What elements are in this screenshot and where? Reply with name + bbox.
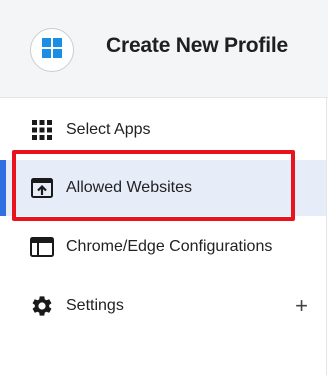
grid-icon [30, 118, 54, 142]
create-profile-panel: Create New Profile Select Apps Allowed W… [0, 0, 328, 375]
app-logo [30, 28, 74, 72]
nav-item-label: Chrome/Edge Configurations [66, 238, 273, 255]
nav-item-chrome-edge-configurations[interactable]: Chrome/Edge Configurations [0, 219, 326, 275]
selected-indicator [0, 160, 6, 216]
nav-item-label: Allowed Websites [66, 179, 192, 196]
expand-icon[interactable]: + [295, 295, 308, 317]
nav-item-settings[interactable]: Settings + [0, 278, 326, 334]
open-in-browser-icon [30, 176, 54, 200]
panel-border [326, 98, 327, 375]
nav-item-select-apps[interactable]: Select Apps [0, 102, 326, 158]
header-divider [0, 97, 328, 98]
header: Create New Profile [0, 0, 328, 97]
windows-logo-icon [42, 37, 62, 63]
nav-item-label: Settings [66, 297, 124, 314]
nav-item-label: Select Apps [66, 121, 151, 138]
nav-item-allowed-websites[interactable]: Allowed Websites [0, 160, 326, 216]
browser-window-icon [30, 235, 54, 259]
gear-icon [30, 294, 54, 318]
page-title: Create New Profile [106, 34, 288, 57]
